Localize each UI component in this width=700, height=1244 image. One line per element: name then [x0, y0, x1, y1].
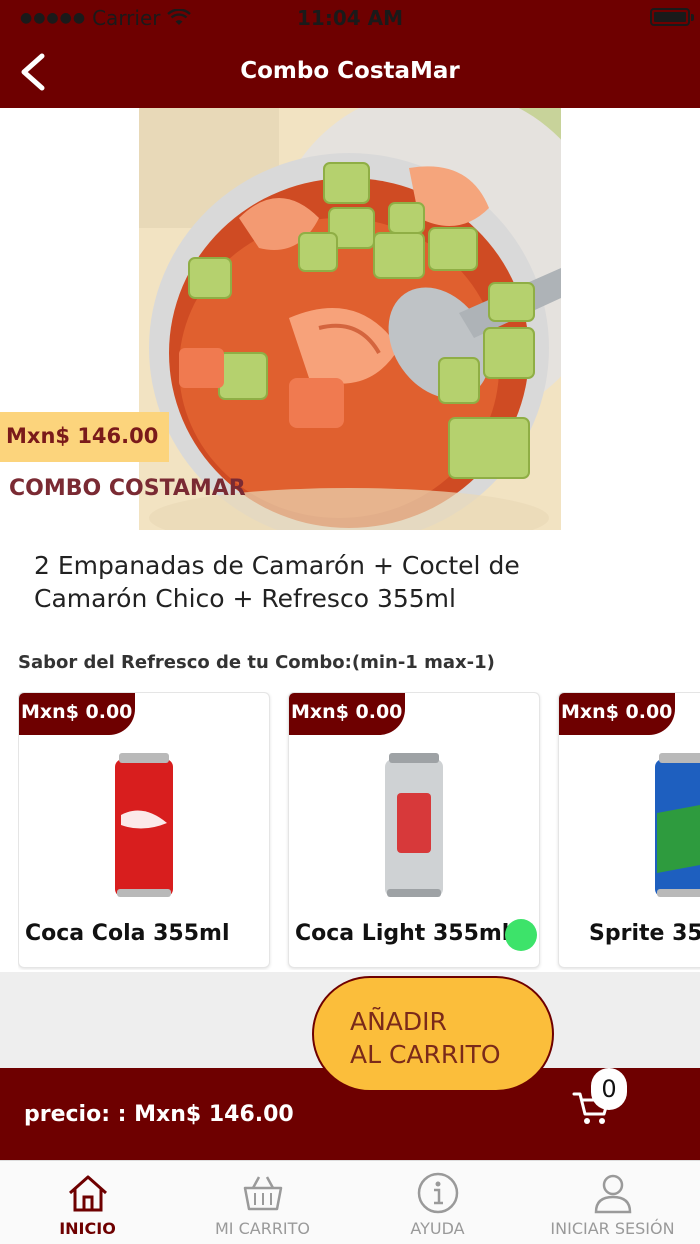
drink-options-carousel[interactable]: Mxn$ 0.00 Coca Cola 355ml Mxn$ 0.00 Coca…: [18, 692, 700, 970]
tab-bar: INICIO MI CARRITO AYUDA INICIAR SESIÓN: [0, 1160, 700, 1244]
product-name: COMBO COSTAMAR: [9, 476, 246, 501]
info-icon: [417, 1172, 458, 1214]
tab-label: INICIAR SESIÓN: [550, 1219, 675, 1238]
clock: 11:04 AM: [296, 6, 403, 30]
user-icon: [594, 1174, 631, 1214]
option-name: Coca Light 355ml: [295, 921, 510, 946]
battery-icon: [650, 8, 694, 26]
add-to-cart-button[interactable]: AÑADIR AL CARRITO: [312, 976, 554, 1092]
coca-cola-can-icon: [115, 753, 173, 897]
options-section-label: Sabor del Refresco de tu Combo:(min-1 ma…: [18, 652, 495, 673]
option-card-selected[interactable]: Mxn$ 0.00 Coca Light 355ml: [288, 692, 540, 968]
tab-label: MI CARRITO: [214, 1219, 311, 1238]
tab-mi-carrito[interactable]: MI CARRITO: [175, 1161, 350, 1244]
tab-label: INICIO: [59, 1219, 116, 1238]
option-price-badge: Mxn$ 0.00: [289, 693, 405, 735]
product-price-tag: Mxn$ 146.00: [0, 412, 169, 462]
total-price: precio: : Mxn$ 146.00: [24, 1102, 294, 1127]
basket-icon: [243, 1176, 282, 1211]
add-to-cart-line1: AÑADIR: [350, 1007, 447, 1036]
option-card[interactable]: Mxn$ 0.00 Coca Cola 355ml: [18, 692, 270, 968]
selected-indicator: [505, 919, 537, 951]
product-image: [139, 108, 561, 530]
option-name: Coca Cola 355ml: [25, 921, 230, 946]
navigation-bar: ●●●●● Carrier 11:04 AM Combo CostaMar: [0, 0, 700, 108]
option-price-badge: Mxn$ 0.00: [559, 693, 675, 735]
home-icon: [68, 1175, 107, 1212]
option-name: Sprite 355ml: [589, 921, 700, 946]
status-bar: ●●●●● Carrier 11:04 AM: [0, 4, 700, 32]
coca-light-can-icon: [385, 753, 443, 897]
tab-label: AYUDA: [410, 1219, 465, 1238]
sprite-can-icon: [655, 753, 700, 897]
cart-count-badge: 0: [591, 1068, 627, 1110]
page-title: Combo CostaMar: [240, 58, 460, 84]
tab-ayuda[interactable]: AYUDA: [350, 1161, 525, 1244]
tab-iniciar-sesion[interactable]: INICIAR SESIÓN: [525, 1161, 700, 1244]
add-to-cart-line2: AL CARRITO: [350, 1040, 501, 1069]
product-description: 2 Empanadas de Camarón + Coctel de Camar…: [34, 551, 520, 613]
tab-inicio[interactable]: INICIO: [0, 1161, 175, 1244]
option-price-badge: Mxn$ 0.00: [19, 693, 135, 735]
option-card[interactable]: Mxn$ 0.00 Sprite 355ml: [558, 692, 700, 968]
